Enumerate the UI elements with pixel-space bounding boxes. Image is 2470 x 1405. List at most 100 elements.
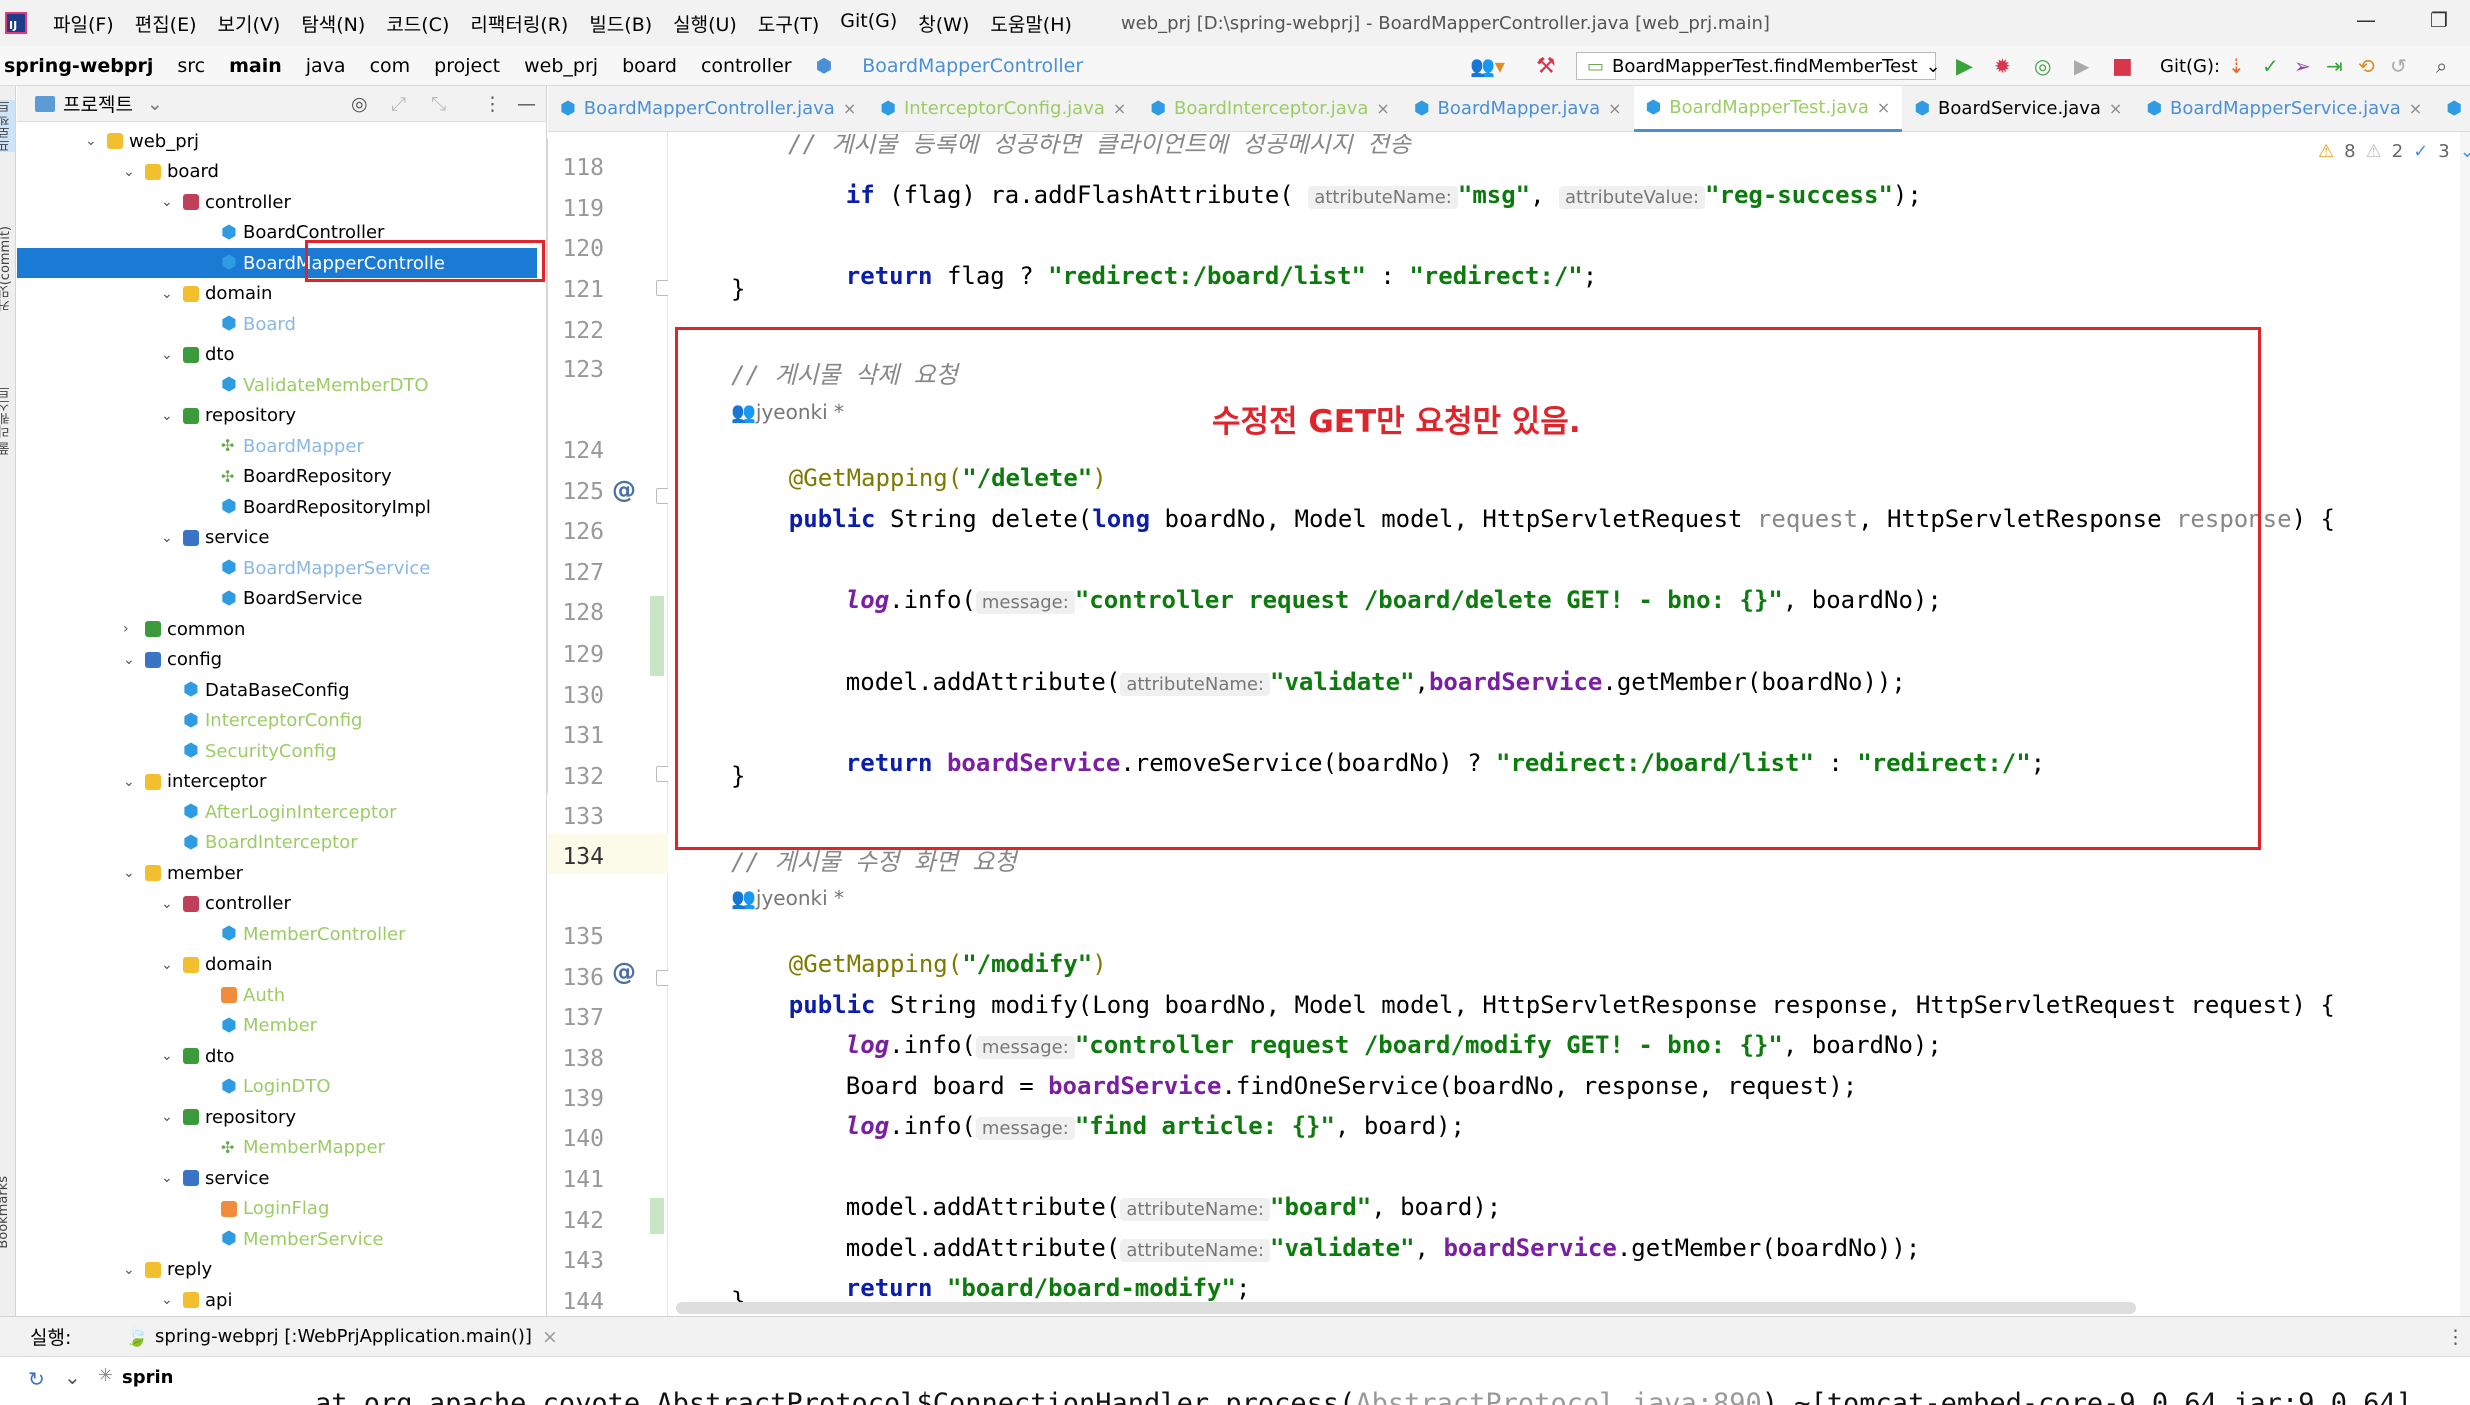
collapse-all-icon[interactable]: ⤡	[431, 93, 446, 115]
tree-item[interactable]: ⌄ board	[17, 157, 537, 187]
chevron-down-icon[interactable]: ⌄	[123, 865, 137, 881]
tree-item[interactable]: ✣ MemberMapper	[17, 1133, 537, 1163]
hide-panel-icon[interactable]: —	[517, 93, 536, 115]
locate-icon[interactable]: ◎	[351, 93, 368, 115]
chevron-down-icon[interactable]: ⌄	[123, 774, 137, 790]
tree-item[interactable]: ⌄ domain	[17, 279, 537, 309]
menu-git[interactable]: Git(G)	[840, 10, 897, 37]
close-icon[interactable]: ×	[1376, 99, 1389, 118]
debug-icon[interactable]: ✹	[1994, 52, 2011, 80]
git-commit-icon[interactable]: ✓	[2262, 52, 2279, 80]
chevron-down-icon[interactable]: ⌄	[161, 286, 175, 302]
chevron-down-icon[interactable]: ⌄	[161, 896, 175, 912]
tree-item[interactable]: ⌄ dto	[17, 340, 537, 370]
project-panel-title[interactable]: 프로젝트	[63, 90, 133, 117]
chevron-down-icon[interactable]: ⌄	[161, 194, 175, 210]
expand-all-icon[interactable]: ⤢	[391, 93, 406, 115]
tree-item[interactable]: ⬢ Member	[17, 1011, 537, 1041]
menu-code[interactable]: 코드(C)	[386, 10, 449, 37]
editor-tab[interactable]: ⬢ BoardMapperTest.java ×	[1633, 85, 1903, 132]
tree-item[interactable]: › common	[17, 614, 537, 644]
tree-item[interactable]: ⌄ service	[17, 1163, 537, 1193]
menu-window[interactable]: 창(W)	[918, 10, 969, 37]
crumb-java[interactable]: java	[306, 55, 346, 77]
minimize-icon[interactable]: —	[2356, 8, 2376, 32]
coverage-icon[interactable]: ◎	[2034, 52, 2051, 80]
tree-item[interactable]: ⌄ repository	[17, 1102, 537, 1132]
menu-build[interactable]: 빌드(B)	[589, 10, 652, 37]
crumb-project[interactable]: spring-webprj	[4, 55, 153, 77]
editor-tab[interactable]: ⬢ BoardMapperController.java ×	[548, 86, 868, 132]
tree-item[interactable]: ⌄ dto	[17, 1041, 537, 1071]
tree-item[interactable]: ⌄ controller	[17, 187, 537, 217]
menu-help[interactable]: 도움말(H)	[990, 10, 1072, 37]
git-push-icon[interactable]: ➢	[2294, 52, 2311, 80]
crumb-board[interactable]: board	[622, 55, 677, 77]
close-icon[interactable]: ×	[542, 1326, 558, 1348]
pull-request-tool-button[interactable]: 풀 리퀘스트	[0, 386, 15, 455]
close-icon[interactable]: ×	[843, 99, 856, 118]
options-icon[interactable]: ⋮	[2446, 1326, 2465, 1348]
rerun-icon[interactable]: ↻	[28, 1367, 45, 1391]
horizontal-scrollbar[interactable]	[676, 1302, 2136, 1314]
tree-item[interactable]: ⌄ api	[17, 1285, 537, 1315]
project-tool-button[interactable]: 프로젝트	[0, 100, 15, 152]
tree-item[interactable]: ⌄ domain	[17, 950, 537, 980]
close-icon[interactable]: ×	[2409, 99, 2422, 118]
profile-icon[interactable]: ▶	[2074, 52, 2089, 80]
crumb-main[interactable]: main	[229, 55, 282, 77]
editor-tab[interactable]: ⬢ InterceptorConfig.java ×	[868, 86, 1138, 132]
tree-item[interactable]: ⌄ member	[17, 858, 537, 888]
bookmarks-tool-button[interactable]: Bookmarks	[0, 1176, 11, 1249]
menu-refactor[interactable]: 리팩터링(R)	[470, 10, 568, 37]
chevron-down-icon[interactable]: ⌄	[161, 408, 175, 424]
tree-item[interactable]: ⬢ MemberController	[17, 919, 537, 949]
tree-item[interactable]: ⌄ web_prj	[17, 126, 537, 156]
menu-edit[interactable]: 편집(E)	[135, 10, 197, 37]
tree-item[interactable]: ⬢ MemberService	[17, 1224, 537, 1254]
close-icon[interactable]: ×	[2109, 99, 2122, 118]
crumb-class[interactable]: ⬢ BoardMapperController	[816, 55, 1108, 77]
run-tab[interactable]: spring-webprj [:WebPrjApplication.main()…	[155, 1326, 532, 1347]
history-icon[interactable]: ⟲	[2358, 52, 2375, 80]
crumb-controller[interactable]: controller	[701, 55, 792, 77]
chevron-down-icon[interactable]: ⌄	[161, 347, 175, 363]
tree-item[interactable]: ⬢ ValidateMemberDTO	[17, 370, 537, 400]
stop-icon[interactable]: ■	[2112, 52, 2133, 80]
close-icon[interactable]: ×	[1113, 99, 1126, 118]
menu-tools[interactable]: 도구(T)	[758, 10, 819, 37]
chevron-down-icon[interactable]: ⌄	[147, 93, 163, 115]
chevron-down-icon[interactable]: ⌄	[161, 1048, 175, 1064]
options-icon[interactable]: ⋮	[483, 93, 502, 115]
restore-icon[interactable]: ❐	[2430, 8, 2448, 32]
tree-item[interactable]: ✣ BoardMapper	[17, 431, 537, 461]
chevron-right-icon[interactable]: ›	[123, 621, 137, 637]
search-icon[interactable]: ⌕	[2436, 52, 2447, 80]
user-icon[interactable]: 👥▾	[1470, 52, 1505, 80]
tree-item[interactable]: ⬢ BoardService	[17, 584, 537, 614]
tree-item[interactable]: ⌄ controller	[17, 889, 537, 919]
chevron-down-icon[interactable]: ⌄	[161, 957, 175, 973]
chevron-down-icon[interactable]: ⌄	[161, 530, 175, 546]
editor-tab[interactable]: ⬢ BoardInterceptor.java ×	[1138, 86, 1402, 132]
tree-item[interactable]: ⬢ BoardRepositoryImpl	[17, 492, 537, 522]
endpoint-mapping-icon[interactable]: @	[612, 476, 636, 504]
tree-item[interactable]: Auth	[17, 980, 537, 1010]
tree-item[interactable]: ⌄ config	[17, 645, 537, 675]
crumb-web-prj[interactable]: web_prj	[524, 55, 598, 77]
chevron-down-icon[interactable]: ⌄	[123, 1262, 137, 1278]
chevron-down-icon[interactable]: ⌄	[123, 652, 137, 668]
build-hammer-icon[interactable]: ⚒	[1536, 52, 1556, 80]
tree-item[interactable]: ⬢ SecurityConfig	[17, 736, 537, 766]
tree-item[interactable]: ⬢ AfterLoginInterceptor	[17, 797, 537, 827]
chevron-down-icon[interactable]: ⌄	[85, 133, 99, 149]
menu-run[interactable]: 실행(U)	[673, 10, 737, 37]
menu-view[interactable]: 보기(V)	[218, 10, 281, 37]
menu-file[interactable]: 파일(F)	[53, 10, 114, 37]
commit-tool-button[interactable]: 커밋(commit)	[0, 226, 15, 311]
tree-item[interactable]: ⬢ LoginDTO	[17, 1072, 537, 1102]
crumb-project-pkg[interactable]: project	[434, 55, 500, 77]
tree-item[interactable]: ⬢ InterceptorConfig	[17, 706, 537, 736]
git-update-icon[interactable]: ⇣	[2228, 52, 2245, 80]
tree-item[interactable]: LoginFlag	[17, 1194, 537, 1224]
